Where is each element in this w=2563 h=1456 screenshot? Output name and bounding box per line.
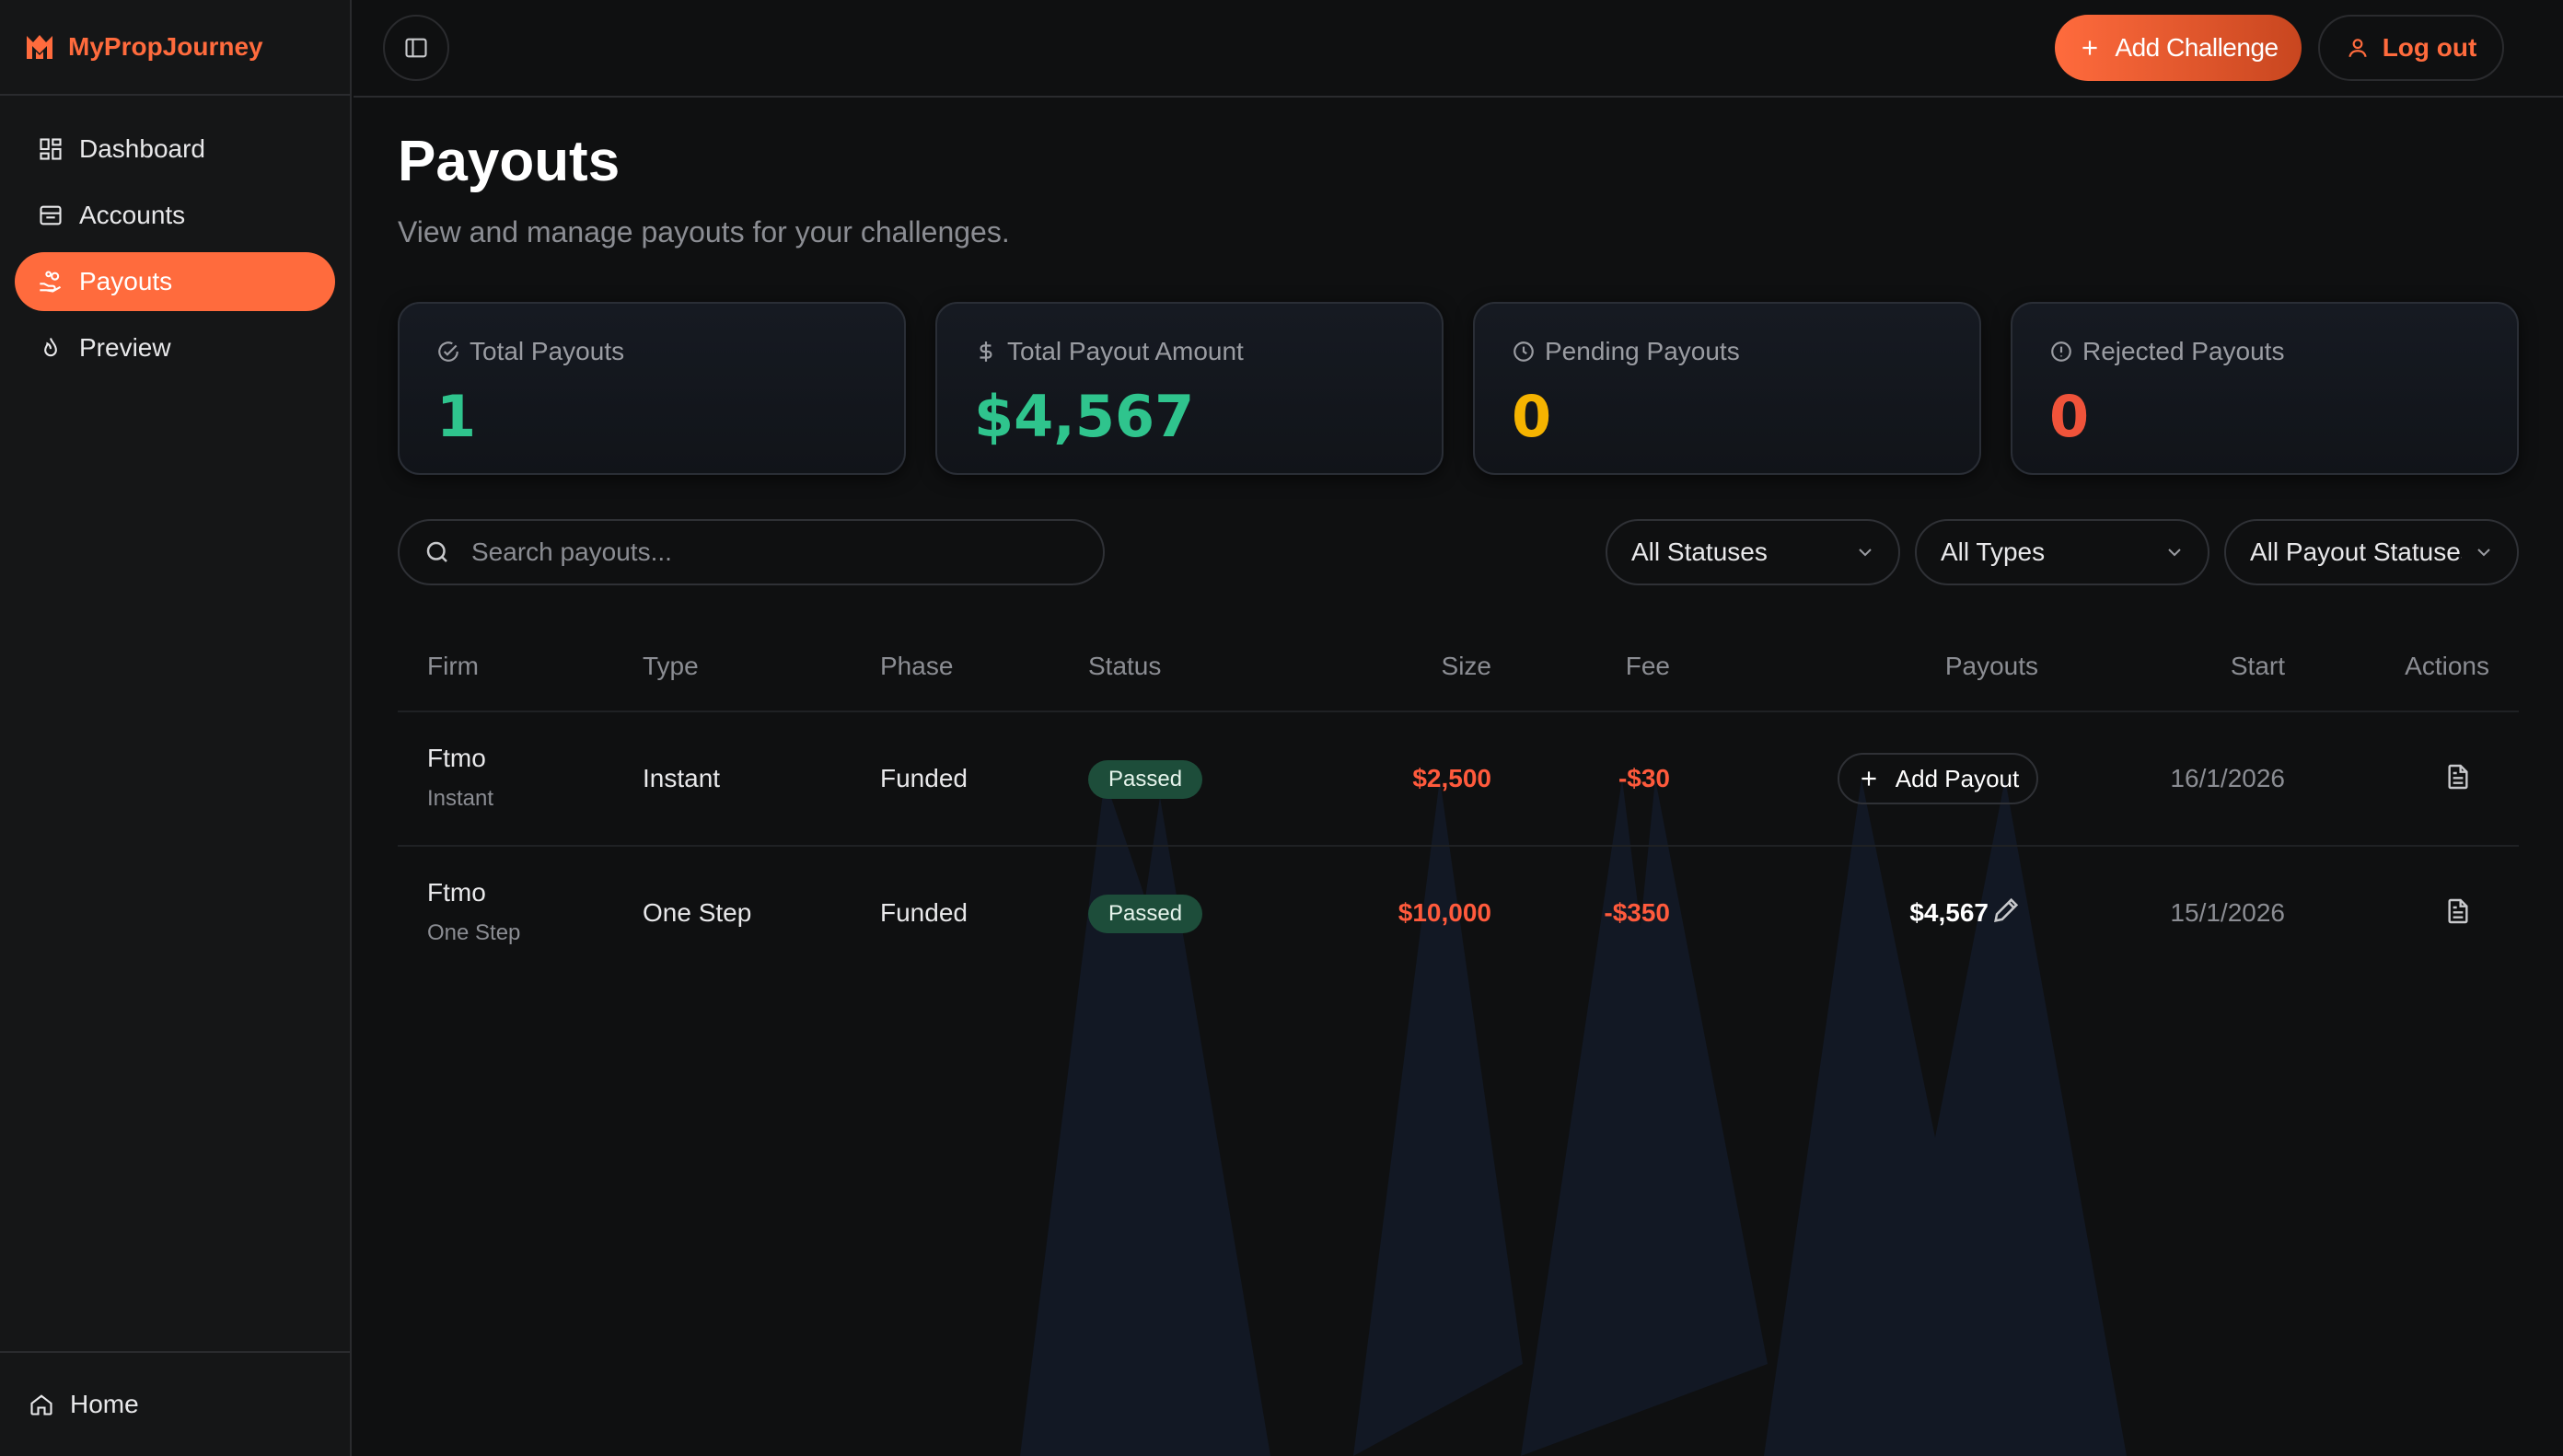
logout-button[interactable]: Log out [2318,15,2504,81]
add-payout-label: Add Payout [1895,764,2020,792]
type-cell: One Step [643,898,752,927]
stat-card-total-payout-amount: Total Payout Amount $4,567 [935,302,1444,475]
sidebar-item-home[interactable]: Home [0,1351,350,1456]
topbar: Add Challenge Log out [354,0,2563,98]
panel-left-icon [405,38,427,58]
firm-name: Ftmo [427,744,486,772]
document-icon[interactable] [2443,762,2473,792]
brand-name: MyPropJourney [68,32,263,61]
phase-cell: Funded [880,764,968,792]
size-cell: $2,500 [1412,764,1491,792]
search-icon [426,541,447,562]
dollar-icon [980,341,992,362]
sidebar: MyPropJourney Dashboard Accounts Payouts… [0,0,352,1456]
table-divider [398,845,2519,847]
status-badge: Passed [1088,895,1203,933]
column-header-size[interactable]: Size [1350,652,1491,681]
firm-name: Ftmo [427,878,486,907]
main-content: Payouts View and manage payouts for your… [354,98,2563,1456]
stat-card-rejected-payouts: Rejected Payouts 0 [2011,302,2519,475]
chevron-down-icon [2168,549,2181,557]
firm-subtitle: Instant [427,786,494,811]
firm-subtitle: One Step [427,920,521,945]
stat-card-pending-payouts: Pending Payouts 0 [1473,302,1981,475]
brand[interactable]: MyPropJourney [0,0,350,96]
stat-label: Rejected Payouts [2082,337,2285,365]
hand-coins-icon [37,268,64,295]
status-filter-select[interactable]: All Statuses [1606,519,1900,585]
phase-cell: Funded [880,898,968,927]
stat-label: Total Payout Amount [1007,337,1244,365]
column-header-fee[interactable]: Fee [1541,652,1670,681]
clock-icon [1513,341,1534,362]
column-header-firm[interactable]: Firm [427,652,479,681]
edit-pencil-icon[interactable] [1990,895,2022,926]
add-payout-button[interactable]: Add Payout [1838,753,2038,804]
fee-cell: -$30 [1618,764,1670,792]
home-icon [28,1391,55,1418]
sidebar-item-label: Accounts [79,201,186,229]
sidebar-item-label: Payouts [79,267,173,295]
stat-label-row: Total Payout Amount [974,337,1244,366]
column-header-payouts[interactable]: Payouts [1827,652,2038,681]
stat-label-row: Rejected Payouts [2049,337,2284,366]
plus-icon [1861,771,1876,786]
type-filter-value: All Types [1941,537,2046,566]
stat-label: Pending Payouts [1545,337,1740,365]
sidebar-item-preview[interactable]: Preview [15,318,335,377]
check-circle-icon [438,341,458,362]
table-divider [398,711,2519,712]
sidebar-item-label: Dashboard [79,134,205,163]
page-title: Payouts [398,130,620,193]
start-date: 16/1/2026 [2170,764,2285,792]
column-header-type[interactable]: Type [643,652,699,681]
search-box [398,519,1105,585]
user-icon [2348,39,2367,58]
start-date: 15/1/2026 [2170,898,2285,927]
add-challenge-label: Add Challenge [2115,33,2279,62]
flame-icon [37,334,64,362]
document-icon[interactable] [2443,896,2473,926]
payout-amount: $4,567 [1909,898,1989,927]
page-subtitle: View and manage payouts for your challen… [398,215,1010,248]
add-challenge-button[interactable]: Add Challenge [2055,15,2302,81]
payout-status-filter-value: All Payout Statuses [2250,537,2462,566]
type-filter-select[interactable]: All Types [1915,519,2209,585]
payout-status-filter-select[interactable]: All Payout Statuses [2224,519,2519,585]
stat-value: 1 [436,383,477,450]
stat-label: Total Payouts [470,337,625,365]
search-input[interactable] [471,537,1079,567]
status-badge: Passed [1088,760,1203,799]
stat-label-row: Pending Payouts [1512,337,1740,366]
sidebar-toggle-button[interactable] [383,15,449,81]
chevron-down-icon [1859,549,1872,557]
stat-value: $4,567 [974,383,1195,450]
sidebar-item-accounts[interactable]: Accounts [15,186,335,245]
sidebar-footer-label: Home [70,1390,139,1418]
column-header-status[interactable]: Status [1088,652,1161,681]
logout-label: Log out [2382,33,2477,62]
brand-logo-icon [27,35,52,59]
column-header-start[interactable]: Start [2103,652,2285,681]
column-header-actions: Actions [2405,652,2489,680]
fee-cell: -$350 [1604,898,1670,927]
chevron-down-icon [2477,549,2490,557]
status-filter-value: All Statuses [1631,537,1768,566]
sidebar-nav: Dashboard Accounts Payouts Preview [0,96,350,377]
plus-icon [2082,40,2097,55]
column-header-phase[interactable]: Phase [880,652,953,681]
stat-value: 0 [2049,383,2090,450]
type-cell: Instant [643,764,721,792]
sidebar-item-payouts[interactable]: Payouts [15,252,335,311]
dashboard-grid-icon [37,135,64,163]
stat-value: 0 [1512,383,1552,450]
alert-circle-icon [2051,341,2071,362]
stat-card-total-payouts: Total Payouts 1 [398,302,906,475]
sidebar-item-label: Preview [79,333,171,362]
inbox-icon [37,202,64,229]
stat-label-row: Total Payouts [436,337,624,366]
sidebar-item-dashboard[interactable]: Dashboard [15,120,335,179]
size-cell: $10,000 [1397,898,1491,927]
